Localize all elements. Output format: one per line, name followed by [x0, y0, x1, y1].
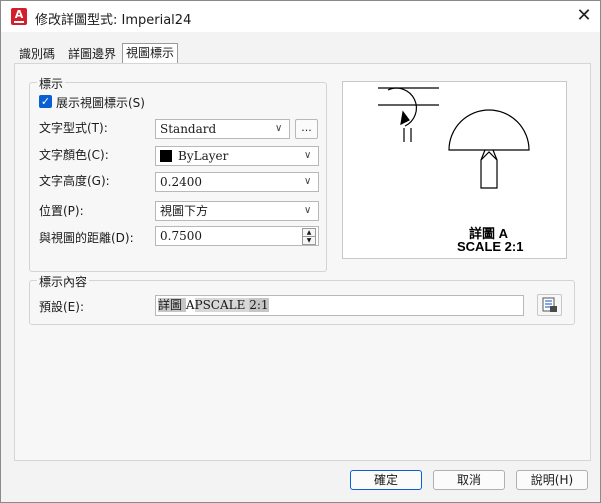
distance-input[interactable]: 0.7500 ▲ ▼: [155, 226, 319, 246]
mtext-editor-icon: [542, 297, 557, 312]
checkmark-icon: ✓: [40, 95, 51, 108]
text-height-combo[interactable]: 0.2400 ∨: [155, 172, 319, 192]
text-style-dropdown[interactable]: Standard ∨: [155, 119, 290, 139]
show-label-checkbox[interactable]: ✓: [39, 95, 52, 108]
text-style-browse-button[interactable]: ...: [295, 119, 318, 139]
position-dropdown[interactable]: 視圖下方 ∨: [155, 201, 319, 221]
edit-mtext-button[interactable]: [537, 294, 562, 316]
preview-label-line2: SCALE 2:1: [457, 239, 524, 254]
text-height-label: 文字高度(G):: [39, 174, 110, 188]
autocad-app-icon: A: [11, 8, 27, 25]
chevron-down-icon: ∨: [304, 150, 312, 161]
cancel-button[interactable]: 取消: [433, 470, 505, 490]
chevron-down-icon: ∨: [275, 123, 283, 134]
position-value: 視圖下方: [160, 204, 209, 218]
label-content-group-title: 標示內容: [37, 273, 90, 290]
color-swatch: [160, 150, 172, 162]
chevron-down-icon: ∨: [304, 205, 312, 216]
text-style-label: 文字型式(T):: [39, 121, 108, 135]
chevron-down-icon: ∨: [304, 176, 312, 187]
content-text-segment: 2:1: [249, 298, 269, 312]
label-group-title: 標示: [37, 75, 66, 92]
distance-value: 0.7500: [160, 229, 202, 243]
window-title: 修改詳圖型式: Imperial24: [35, 13, 192, 28]
tab-identifier[interactable]: 識別碼: [19, 45, 55, 62]
show-label-text: 展示視圖標示(S): [56, 96, 145, 110]
preview-panel: 詳圖 A SCALE 2:1: [342, 81, 567, 259]
spin-down-icon[interactable]: ▼: [302, 236, 316, 245]
help-button[interactable]: 說明(H): [516, 470, 588, 490]
tab-detail-boundary[interactable]: 詳圖邊界: [68, 45, 116, 62]
text-color-value: ByLayer: [178, 149, 229, 163]
tab-view-label[interactable]: 視圖標示: [122, 43, 179, 63]
detail-preview-graphic: [378, 87, 530, 189]
content-text-segment: A: [185, 298, 195, 312]
text-style-value: Standard: [160, 122, 217, 136]
position-label: 位置(P):: [39, 204, 84, 218]
text-color-label: 文字顏色(C):: [39, 148, 109, 162]
default-label: 預設(E):: [39, 300, 84, 314]
close-button[interactable]: ✕: [567, 2, 601, 30]
dialog-window: A 修改詳圖型式: Imperial24 ✕ 識別碼 詳圖邊界 視圖標示 標示 …: [0, 0, 601, 503]
label-content-field[interactable]: 詳圖 APSCALE 2:1: [155, 295, 524, 316]
text-height-value: 0.2400: [160, 175, 202, 189]
content-text-segment: 詳圖: [158, 298, 186, 312]
text-color-dropdown[interactable]: ByLayer ∨: [155, 146, 319, 166]
content-text-segment: PSCALE: [194, 298, 250, 312]
close-icon: ✕: [576, 5, 592, 26]
title-bar: A 修改詳圖型式: Imperial24 ✕: [1, 1, 600, 32]
distance-label: 與視圖的距離(D):: [39, 231, 134, 245]
ok-button[interactable]: 確定: [350, 470, 422, 490]
